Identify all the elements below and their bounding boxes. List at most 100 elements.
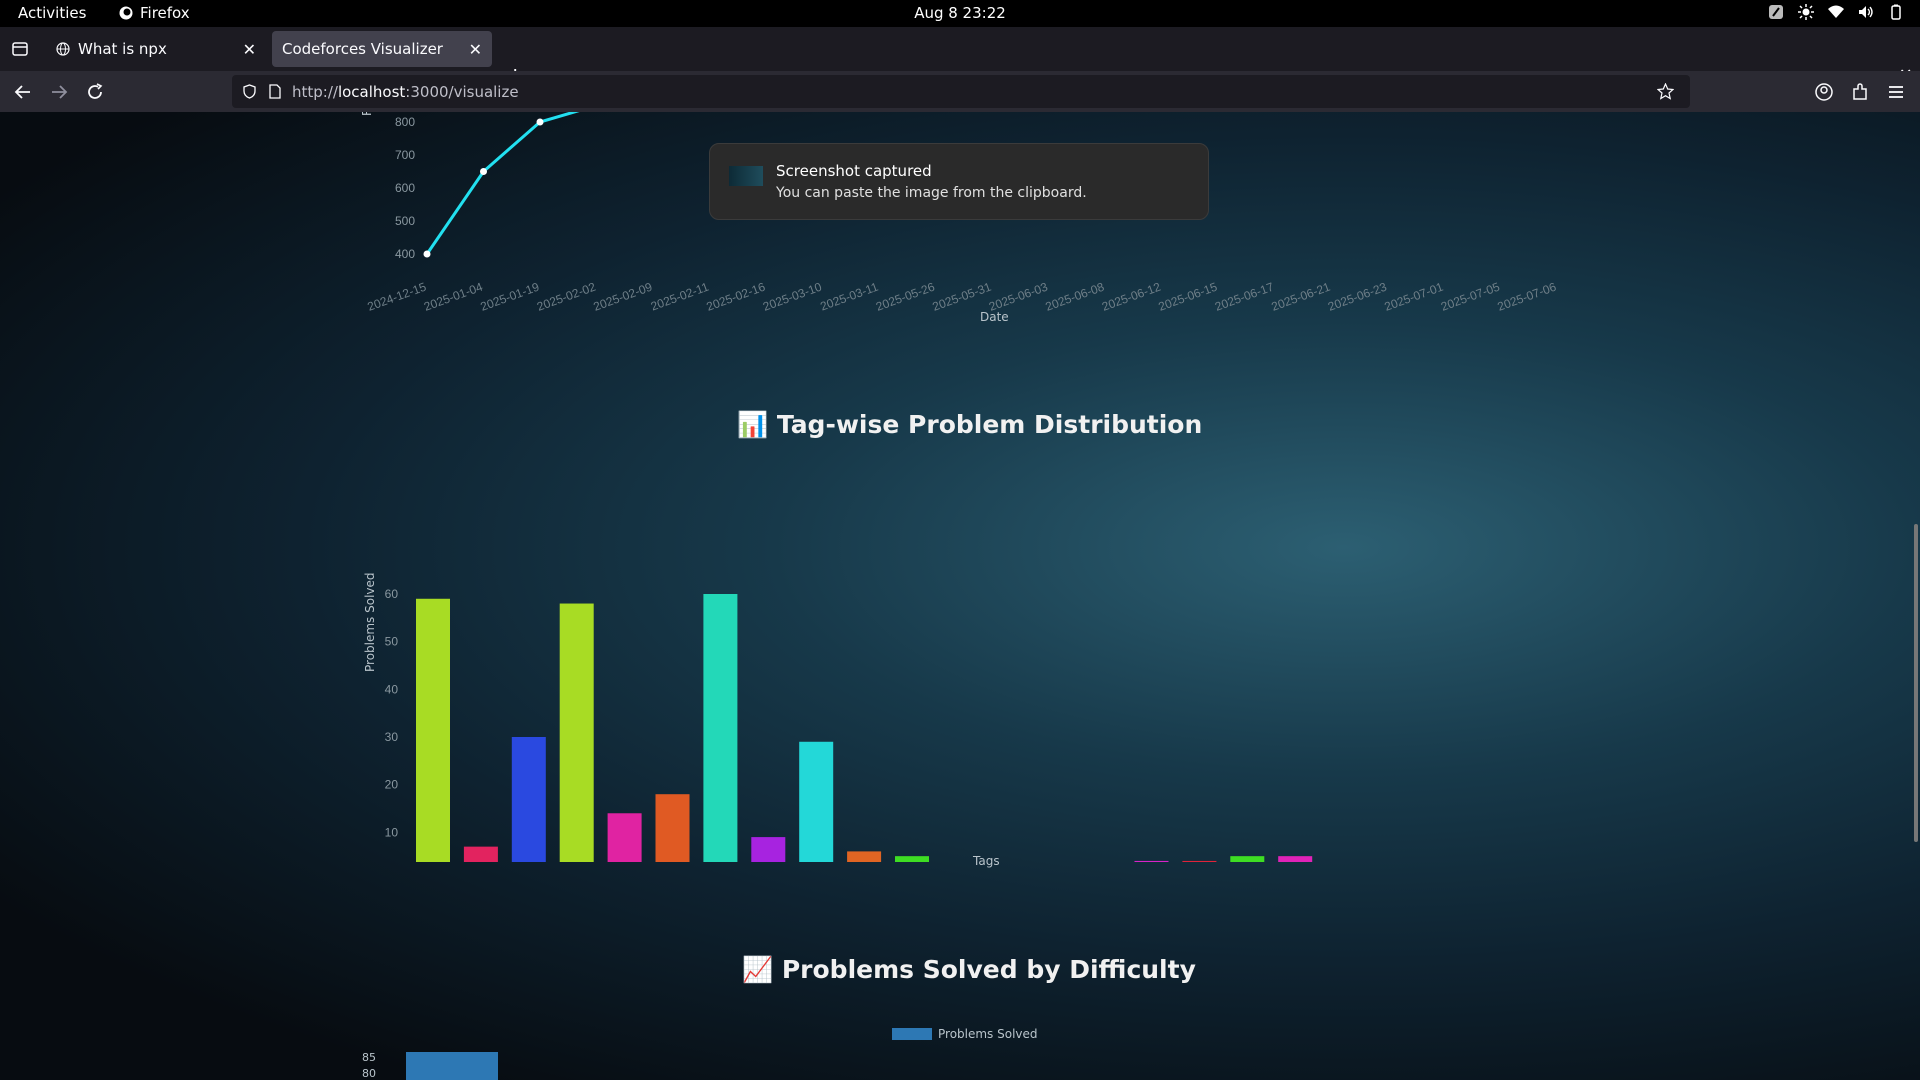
rating-point <box>480 168 487 175</box>
rating-x-tick: 2025-02-02 <box>535 280 598 314</box>
rating-x-tick: 2025-06-08 <box>1044 280 1107 314</box>
tag-distribution-chart: 0102030405060mathnumber theoryconstructi… <box>385 587 1313 862</box>
close-icon[interactable]: ✕ <box>469 40 482 59</box>
rating-x-tick: 2025-05-26 <box>874 280 937 314</box>
rating-x-tick: 2025-06-17 <box>1213 280 1276 314</box>
volume-icon <box>1859 6 1873 18</box>
tag-bar <box>799 741 834 862</box>
tag-bar <box>1134 860 1169 862</box>
rating-x-tick: 2025-06-03 <box>987 280 1050 314</box>
tag-y-tick: 30 <box>385 730 399 744</box>
rating-y-tick: 800 <box>395 115 415 129</box>
tag-bar <box>1182 860 1217 862</box>
system-top-bar: Activities Firefox Aug 8 23:22 <box>0 0 1920 27</box>
tag-bar <box>847 851 882 862</box>
reload-icon[interactable] <box>84 81 106 103</box>
star-icon[interactable] <box>1657 83 1674 100</box>
rating-x-tick: 2025-03-10 <box>761 280 824 314</box>
rating-x-tick: 2025-01-19 <box>479 280 542 314</box>
screenshot-thumbnail <box>729 166 763 186</box>
extensions-icon[interactable] <box>1849 81 1871 103</box>
forward-arrow-icon[interactable] <box>48 81 70 103</box>
tab-what-is-npx[interactable]: What is npx ✕ <box>46 31 266 67</box>
rating-x-tick: 2025-03-11 <box>818 280 880 314</box>
tag-y-tick: 20 <box>385 778 399 792</box>
chart-increasing-emoji-icon: 📈 <box>742 955 774 984</box>
close-icon[interactable]: ✕ <box>243 40 256 59</box>
rating-point <box>423 250 431 258</box>
navigation-toolbar: http://localhost:3000/visualize <box>0 71 1920 112</box>
tab-label: What is npx <box>78 40 167 58</box>
tag-bar <box>511 737 546 862</box>
tab-label: Codeforces Visualizer <box>282 40 443 58</box>
rating-x-tick: 2025-05-31 <box>931 280 994 314</box>
tag-bar <box>703 594 738 862</box>
rating-x-tick: 2025-07-05 <box>1439 280 1502 314</box>
difficulty-bar[interactable] <box>406 1052 498 1080</box>
tag-section-title-text: Tag-wise Problem Distribution <box>776 410 1203 439</box>
rating-x-tick: 2024-12-15 <box>366 280 429 314</box>
tag-ylabel: Problems Solved <box>363 572 377 672</box>
tag-xlabel: Tags <box>973 854 1000 868</box>
wifi-icon <box>1828 5 1844 18</box>
page-icon[interactable] <box>268 84 282 99</box>
rating-point <box>536 118 544 126</box>
firefox-view-icon[interactable] <box>11 40 29 58</box>
rating-y-tick: 700 <box>395 148 415 162</box>
tag-bar <box>655 794 690 862</box>
back-arrow-icon[interactable] <box>12 81 34 103</box>
rating-x-tick: 2025-06-12 <box>1100 280 1163 314</box>
rating-y-tick: 400 <box>395 247 415 261</box>
tab-codeforces-visualizer[interactable]: Codeforces Visualizer ✕ <box>272 31 492 67</box>
rating-x-tick: 2025-06-15 <box>1157 280 1220 314</box>
rating-line <box>425 112 580 255</box>
clock[interactable]: Aug 8 23:22 <box>0 4 1920 22</box>
tag-bar <box>1230 856 1265 862</box>
rating-x-tick: 2025-02-09 <box>592 280 655 314</box>
rating-x-tick: 2025-07-01 <box>1383 280 1446 314</box>
tag-y-tick: 10 <box>385 825 399 839</box>
rating-xlabel: Date <box>980 310 1009 324</box>
shield-icon[interactable] <box>242 84 257 99</box>
tag-y-tick: 50 <box>385 635 399 649</box>
url-bar[interactable]: http://localhost:3000/visualize <box>232 75 1690 108</box>
tag-y-tick: 40 <box>385 682 399 696</box>
globe-icon <box>56 42 70 56</box>
difficulty-ytick: 85 <box>362 1051 376 1064</box>
screenshot-notification[interactable]: Screenshot captured You can paste the im… <box>709 143 1209 220</box>
brightness-icon <box>1798 4 1814 20</box>
rating-ylabel: Ra <box>360 112 374 116</box>
notification-title: Screenshot captured <box>776 162 932 180</box>
tab-bar: What is npx ✕ Codeforces Visualizer ✕ + … <box>0 27 1920 89</box>
page-scrollbar[interactable] <box>1914 524 1918 842</box>
tag-bar <box>1278 856 1313 862</box>
system-tray[interactable] <box>1768 4 1904 20</box>
tag-bar <box>607 813 642 862</box>
screen-reader-icon <box>1769 5 1783 19</box>
tag-bar <box>559 603 594 862</box>
rating-x-tick: 2025-07-06 <box>1496 280 1559 314</box>
rating-y-tick: 500 <box>395 214 415 228</box>
rating-x-tick: 2025-02-16 <box>705 280 768 314</box>
tag-y-tick: 60 <box>385 587 399 601</box>
url-text[interactable]: http://localhost:3000/visualize <box>292 83 519 101</box>
battery-icon <box>1891 4 1901 20</box>
page-content: 2024-12-15 2025-01-04 2025-01-19 2025-02-02… <box>0 112 1920 1080</box>
difficulty-ytick: 80 <box>362 1067 376 1080</box>
rating-x-tick: 2025-02-11 <box>649 280 711 314</box>
account-icon[interactable] <box>1813 81 1835 103</box>
legend-label: Problems Solved <box>938 1027 1038 1041</box>
rating-x-tick: 2025-06-21 <box>1270 280 1333 314</box>
rating-x-tick: 2025-01-04 <box>422 280 485 314</box>
difficulty-section-title-text: Problems Solved by Difficulty <box>781 955 1196 984</box>
tag-section-title: 📊 Tag-wise Problem Distribution <box>737 410 1202 440</box>
rating-x-tick: 2025-06-23 <box>1326 280 1389 314</box>
difficulty-legend[interactable]: Problems Solved <box>892 1027 1038 1041</box>
rating-y-tick: 600 <box>395 181 415 195</box>
tag-bar <box>895 856 929 862</box>
legend-swatch <box>892 1028 932 1040</box>
menu-icon[interactable] <box>1885 81 1907 103</box>
notification-body: You can paste the image from the clipboa… <box>776 185 1087 201</box>
bar-chart-emoji-icon: 📊 <box>737 410 769 439</box>
tag-bar <box>751 837 786 862</box>
